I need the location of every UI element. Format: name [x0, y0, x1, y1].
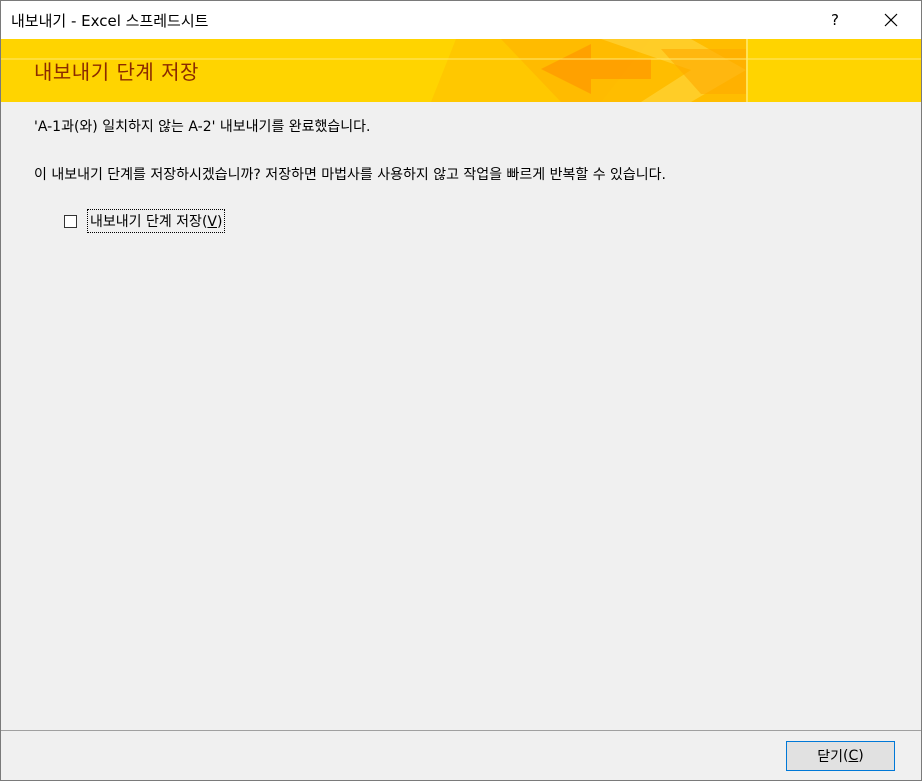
close-button[interactable]: 닫기(C)	[786, 741, 895, 771]
save-steps-label-text: 내보내기 단계 저장	[90, 214, 202, 230]
close-accel-close: )	[858, 748, 864, 764]
help-icon: ?	[831, 11, 839, 29]
accel-close: )	[217, 214, 223, 230]
title-bar: 내보내기 - Excel 스프레드시트 ?	[1, 1, 921, 39]
close-button-label: 닫기	[817, 749, 844, 765]
footer-divider	[1, 730, 921, 731]
close-accel-key: C	[848, 748, 859, 764]
save-question: 이 내보내기 단계를 저장하시겠습니까? 저장하면 마법사를 사용하지 않고 작…	[34, 167, 667, 183]
banner-title: 내보내기 단계 저장	[34, 60, 199, 84]
window-close-button[interactable]	[865, 1, 917, 39]
completed-message: 'A-1과(와) 일치하지 않는 A-2' 내보내기를 완료했습니다.	[34, 119, 371, 135]
save-steps-checkbox[interactable]	[64, 214, 77, 228]
accel-key: V	[207, 214, 217, 230]
export-dialog: 내보내기 - Excel 스프레드시트 ? 내보내기 단계 저장 'A-1과(와…	[0, 0, 922, 781]
window-title: 내보내기 - Excel 스프레드시트	[11, 12, 209, 30]
help-button[interactable]: ?	[809, 1, 861, 39]
close-icon	[884, 13, 898, 27]
save-steps-option[interactable]: 내보내기 단계 저장(V)	[64, 209, 226, 233]
wizard-banner: 내보내기 단계 저장	[1, 39, 921, 102]
save-steps-label[interactable]: 내보내기 단계 저장(V)	[87, 209, 226, 233]
